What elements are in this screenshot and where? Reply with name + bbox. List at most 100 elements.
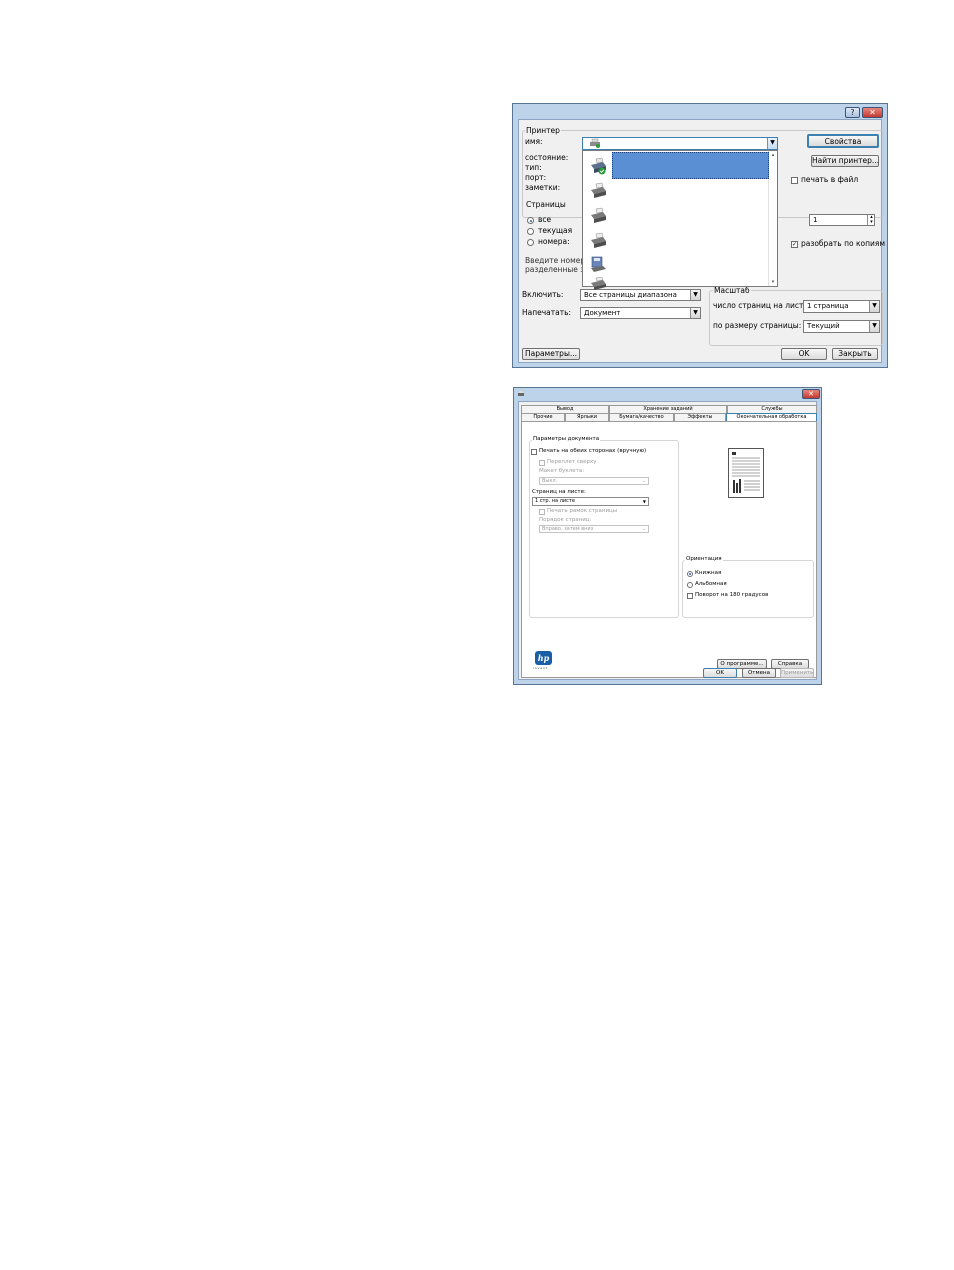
rotate-180-checkbox[interactable] (687, 593, 693, 599)
hp-invent-text: i n v e n t (533, 666, 548, 670)
page-preview-icon (728, 448, 764, 498)
pages-per-sheet-select[interactable]: 1 стр. на листе ▼ (532, 497, 649, 506)
booklet-select[interactable]: Выкл. ⌄ (539, 477, 649, 485)
chevron-down-icon: ▼ (690, 290, 700, 300)
port-label: порт: (525, 173, 547, 182)
close-button[interactable]: Закрыть (832, 348, 878, 360)
print-dialog-client: Принтер имя: состояние: тип: порт: замет… (518, 119, 886, 363)
name-label: имя: (525, 137, 543, 146)
page-order-select[interactable]: Вправо, затем вниз ⌄ (539, 525, 649, 533)
orientation-group (682, 560, 814, 618)
fax-printer-icon[interactable] (588, 255, 608, 275)
hp-logo-badge: hp (535, 651, 552, 665)
hp-logo-text: hp (537, 653, 550, 663)
rotate-180-label: Поворот на 180 градусов (695, 592, 769, 598)
chevron-down-icon: ▼ (642, 499, 646, 504)
document-options-label: Параметры документа (532, 436, 601, 443)
notes-label: заметки: (525, 183, 561, 192)
chevron-down-icon: ⌄ (641, 526, 646, 532)
duplex-manual-label: Печать на обеих сторонах (вручную) (539, 448, 647, 454)
collate-label: разобрать по копиям (801, 239, 886, 248)
print-what-select[interactable]: Документ ▼ (580, 307, 701, 319)
properties-client: Вывод Хранение заданий Службы Прочие Ярл… (518, 401, 817, 680)
properties-button[interactable]: Свойства (807, 134, 879, 148)
hp-logo: hp i n v e n t (533, 651, 557, 671)
zoom-group-label: Масштаб (713, 286, 751, 296)
portrait-label: Книжная (695, 570, 722, 576)
copies-stepper[interactable]: 1 (809, 214, 875, 226)
pages-per-sheet-label: Страниц на листе: (532, 489, 586, 495)
page-numbers-label: номера: (538, 237, 570, 246)
type-label: тип: (525, 163, 542, 172)
flip-up-label: Переплет сверху (547, 459, 597, 465)
all-pages-radio[interactable] (527, 217, 534, 224)
pages-per-sheet-select[interactable]: 1 страница ▼ (803, 300, 880, 313)
landscape-label: Альбомная (695, 581, 727, 587)
booklet-value: Выкл. (542, 478, 558, 484)
dropdown-item-selected[interactable] (612, 152, 769, 179)
chevron-down-icon: ▼ (869, 321, 879, 332)
pages-group-label: Страницы (525, 200, 567, 210)
ok-button[interactable]: OK (781, 348, 827, 360)
print-borders-checkbox[interactable] (539, 509, 545, 515)
printer-properties-dialog: ✕ Вывод Хранение заданий Службы Прочие Я… (513, 387, 822, 685)
printer-name-select[interactable]: ▼ (582, 137, 778, 150)
landscape-radio[interactable] (687, 582, 693, 588)
page-numbers-radio[interactable] (527, 239, 534, 246)
scroll-up-icon[interactable]: ▴ (769, 151, 777, 159)
current-page-radio[interactable] (527, 228, 534, 235)
scale-select[interactable]: Текущий ▼ (803, 320, 880, 333)
print-borders-label: Печать рамок страницы (547, 508, 618, 514)
tab-services[interactable]: Службы (727, 405, 817, 413)
zoom-group (709, 290, 883, 346)
dropdown-scrollbar[interactable]: ▴ ▾ (768, 151, 777, 286)
tab-output[interactable]: Вывод (521, 405, 609, 413)
booklet-label: Макет буклета: (539, 468, 585, 474)
print-what-value: Документ (584, 309, 621, 317)
pages-per-sheet-value: 1 страница (807, 302, 849, 310)
chevron-down-icon: ▼ (767, 138, 777, 149)
ok-button[interactable]: OK (703, 668, 737, 678)
tab-effects[interactable]: Эффекты (674, 413, 726, 421)
flip-up-checkbox[interactable] (539, 460, 545, 466)
help-title-button[interactable]: ? (845, 107, 860, 118)
printer-icon[interactable] (588, 206, 608, 226)
pages-per-sheet-label: число страниц на листе: (713, 301, 811, 310)
chevron-down-icon: ⌄ (641, 478, 646, 484)
printer-dropdown-list[interactable]: ▴ ▾ (582, 150, 778, 290)
chevron-down-icon: ▼ (869, 301, 879, 312)
close-title-button[interactable]: ✕ (802, 389, 820, 399)
print-to-file-checkbox[interactable] (791, 177, 798, 184)
include-label: Включить: (522, 290, 564, 299)
tab-other[interactable]: Прочие (521, 413, 565, 421)
printer-icon[interactable] (588, 181, 608, 201)
status-label: состояние: (525, 153, 569, 162)
scale-value: Текущий (807, 322, 840, 330)
pages-per-sheet-value: 1 стр. на листе (535, 498, 575, 504)
scroll-down-icon[interactable]: ▾ (769, 278, 777, 286)
all-pages-label: все (538, 215, 552, 224)
tab-shortcuts[interactable]: Ярлыки (565, 413, 609, 421)
current-page-label: текущая (538, 226, 573, 235)
printer-icon[interactable] (588, 231, 608, 251)
close-title-button[interactable]: ✕ (862, 107, 883, 118)
tab-paper-quality[interactable]: Бумага/качество (609, 413, 674, 421)
orientation-label: Ориентация (685, 556, 723, 563)
pages-hint-2: разделенные з (525, 265, 585, 274)
find-printer-button[interactable]: Найти принтер... (811, 155, 879, 167)
apply-button[interactable]: Применить (780, 668, 814, 678)
printer-default-icon[interactable] (588, 156, 608, 176)
portrait-radio[interactable] (687, 571, 693, 577)
printer-icon (590, 138, 600, 148)
printer-icon[interactable] (588, 277, 608, 291)
print-to-file-label: печать в файл (801, 175, 859, 184)
page-order-value: Вправо, затем вниз (542, 526, 594, 532)
duplex-manual-checkbox[interactable] (531, 449, 537, 455)
collate-checkbox[interactable]: ✓ (791, 241, 798, 248)
options-button[interactable]: Параметры... (522, 348, 580, 360)
copies-spin-icon[interactable]: ▴ ▾ (867, 215, 875, 225)
include-value: Все страницы диапазона (584, 291, 677, 299)
tab-job-storage[interactable]: Хранение заданий (609, 405, 727, 413)
printer-window-icon (518, 391, 524, 396)
cancel-button[interactable]: Отмена (742, 668, 776, 678)
